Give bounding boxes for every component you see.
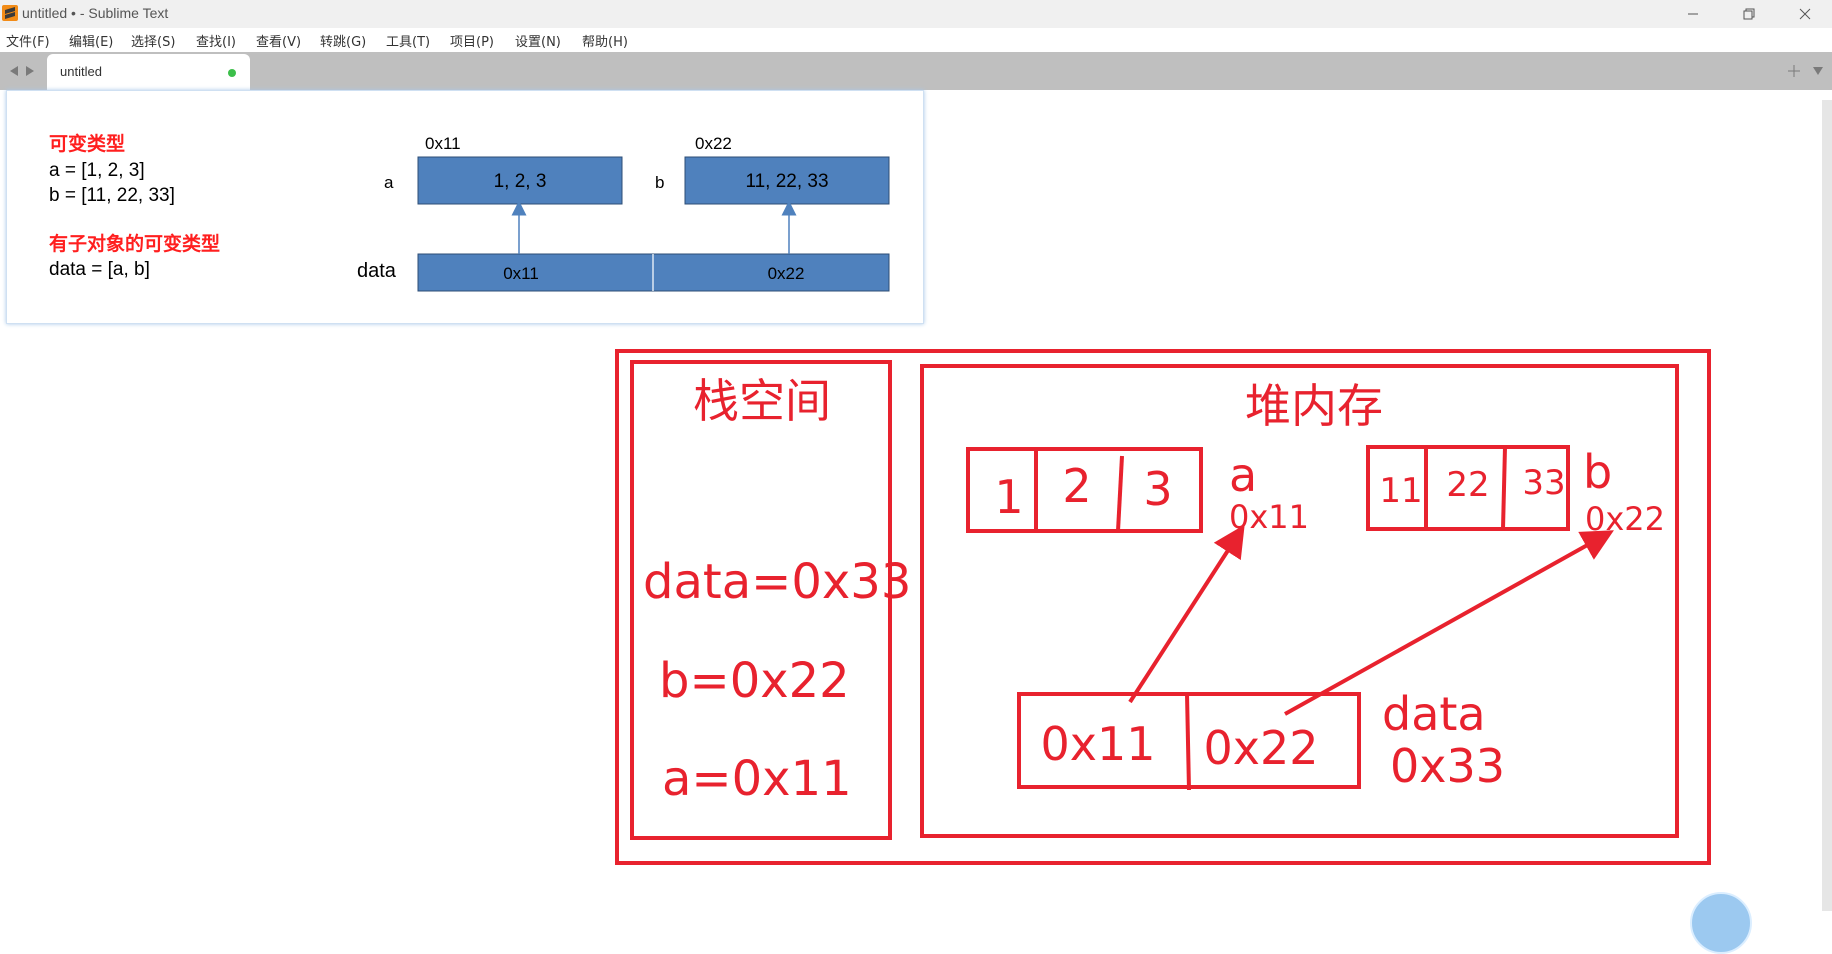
menu-project[interactable]: 项目(P) <box>450 31 494 50</box>
minimize-button[interactable] <box>1670 0 1716 28</box>
slide-data-cell-2: 0x22 <box>768 264 805 283</box>
menu-help[interactable]: 帮助(H) <box>582 31 628 50</box>
tab-label: untitled <box>60 64 102 79</box>
menu-goto[interactable]: 转跳(G) <box>320 31 366 50</box>
slide-list-a-text: 1, 2, 3 <box>494 171 547 192</box>
tab-untitled[interactable]: untitled <box>47 54 250 90</box>
window-title: untitled • - Sublime Text <box>22 5 169 21</box>
slide-line-data: data = [a, b] <box>49 259 150 280</box>
unsaved-dot-icon <box>228 69 236 77</box>
menu-find[interactable]: 查找(I) <box>196 31 236 50</box>
restore-button[interactable] <box>1726 0 1772 28</box>
slide-label-a: a <box>384 173 394 192</box>
slide-addr-a: 0x11 <box>425 134 461 153</box>
slide-svg: 可变类型 a = [1, 2, 3] b = [11, 22, 33] 有子对象… <box>49 132 890 292</box>
slide-data-cell-1: 0x11 <box>503 264 539 283</box>
title-bar: untitled • - Sublime Text <box>0 0 1832 28</box>
slide-line-a: a = [1, 2, 3] <box>49 160 145 181</box>
tab-bar: untitled <box>0 52 1832 90</box>
close-icon <box>1799 8 1811 20</box>
slide-label-data: data <box>357 260 397 282</box>
slide-list-b-text: 11, 22, 33 <box>745 171 828 192</box>
slide-label-b: b <box>655 173 664 192</box>
menu-edit[interactable]: 编辑(E) <box>69 31 113 50</box>
close-button[interactable] <box>1782 0 1828 28</box>
tab-list-dropdown-icon[interactable] <box>1812 66 1824 76</box>
slide-addr-b: 0x22 <box>695 134 732 153</box>
menu-bar: 文件(F) 编辑(E) 选择(S) 查找(I) 查看(V) 转跳(G) 工具(T… <box>0 28 1832 52</box>
pasted-slide-image: 可变类型 a = [1, 2, 3] b = [11, 22, 33] 有子对象… <box>6 90 924 324</box>
tab-nav-left-icon[interactable] <box>8 65 20 77</box>
sublime-logo-icon <box>2 5 18 21</box>
slide-heading-nested: 有子对象的可变类型 <box>49 232 220 255</box>
vertical-scrollbar[interactable] <box>1822 100 1832 911</box>
new-tab-icon[interactable] <box>1787 64 1801 78</box>
slide-line-b: b = [11, 22, 33] <box>49 185 175 206</box>
menu-select[interactable]: 选择(S) <box>131 31 175 50</box>
menu-tools[interactable]: 工具(T) <box>386 31 430 50</box>
minimize-icon <box>1688 13 1698 15</box>
tab-nav-right-icon[interactable] <box>24 65 36 77</box>
slide-heading-mutable: 可变类型 <box>49 132 125 155</box>
menu-preferences[interactable]: 设置(N) <box>515 31 561 50</box>
restore-icon <box>1743 8 1755 20</box>
menu-view[interactable]: 查看(V) <box>256 31 301 50</box>
floating-assistant-icon[interactable] <box>1690 892 1752 954</box>
menu-file[interactable]: 文件(F) <box>6 31 50 50</box>
